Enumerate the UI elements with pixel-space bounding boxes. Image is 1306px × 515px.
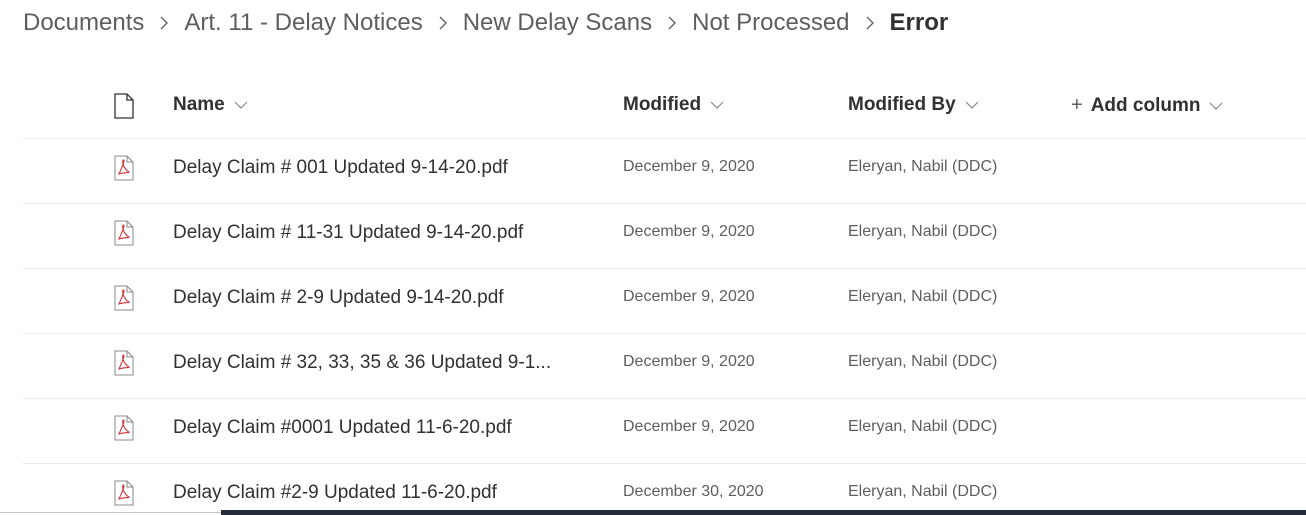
chevron-down-icon bbox=[233, 97, 249, 113]
document-library: Documents Art. 11 - Delay Notices New De… bbox=[0, 0, 1306, 515]
chevron-down-icon bbox=[964, 97, 980, 113]
table-row[interactable]: Delay Claim #2-9 Updated 11-6-20.pdf Dec… bbox=[23, 464, 1306, 515]
column-header-label: Modified bbox=[623, 94, 702, 115]
modified-date: December 9, 2020 bbox=[623, 288, 755, 305]
file-name-link[interactable]: Delay Claim # 32, 33, 35 & 36 Updated 9-… bbox=[173, 352, 593, 374]
modified-by: Eleryan, Nabil (DDC) bbox=[848, 353, 998, 370]
horizontal-scrollbar[interactable] bbox=[221, 510, 1306, 515]
breadcrumb-documents[interactable]: Documents bbox=[23, 9, 144, 37]
file-name-link[interactable]: Delay Claim #0001 Updated 11-6-20.pdf bbox=[173, 417, 593, 439]
chevron-right-icon bbox=[423, 4, 463, 42]
pdf-icon bbox=[113, 415, 135, 441]
chevron-down-icon bbox=[1208, 98, 1224, 114]
modified-by: Eleryan, Nabil (DDC) bbox=[848, 288, 998, 305]
chevron-right-icon bbox=[850, 4, 890, 42]
pdf-icon bbox=[113, 220, 135, 246]
table-row[interactable]: Delay Claim # 2-9 Updated 9-14-20.pdf De… bbox=[23, 269, 1306, 334]
modified-date: December 9, 2020 bbox=[623, 418, 755, 435]
file-name-link[interactable]: Delay Claim # 001 Updated 9-14-20.pdf bbox=[173, 157, 593, 179]
chevron-down-icon bbox=[709, 97, 725, 113]
column-header-modified[interactable]: Modified bbox=[623, 94, 725, 116]
modified-date: December 30, 2020 bbox=[623, 483, 764, 500]
modified-by: Eleryan, Nabil (DDC) bbox=[848, 223, 998, 240]
add-column-label: Add column bbox=[1090, 94, 1201, 116]
column-header-label: Modified By bbox=[848, 94, 956, 115]
breadcrumb-not-processed[interactable]: Not Processed bbox=[692, 9, 849, 37]
modified-by: Eleryan, Nabil (DDC) bbox=[848, 418, 998, 435]
pdf-icon bbox=[113, 350, 135, 376]
modified-date: December 9, 2020 bbox=[623, 223, 755, 240]
table-row[interactable]: Delay Claim # 32, 33, 35 & 36 Updated 9-… bbox=[23, 334, 1306, 399]
column-header-name[interactable]: Name bbox=[173, 94, 249, 116]
file-name-link[interactable]: Delay Claim # 11-31 Updated 9-14-20.pdf bbox=[173, 222, 593, 244]
breadcrumb: Documents Art. 11 - Delay Notices New De… bbox=[23, 4, 948, 42]
table-row[interactable]: Delay Claim # 001 Updated 9-14-20.pdf De… bbox=[23, 139, 1306, 204]
modified-by: Eleryan, Nabil (DDC) bbox=[848, 158, 998, 175]
table-row[interactable]: Delay Claim # 11-31 Updated 9-14-20.pdf … bbox=[23, 204, 1306, 269]
column-header-label: Name bbox=[173, 94, 225, 115]
modified-date: December 9, 2020 bbox=[623, 158, 755, 175]
pdf-icon bbox=[113, 480, 135, 506]
document-icon[interactable] bbox=[113, 93, 135, 119]
pdf-icon bbox=[113, 285, 135, 311]
breadcrumb-art-11[interactable]: Art. 11 - Delay Notices bbox=[184, 9, 422, 37]
plus-icon: + bbox=[1071, 94, 1083, 116]
divider bbox=[0, 512, 221, 513]
pdf-icon bbox=[113, 155, 135, 181]
column-header-modified-by[interactable]: Modified By bbox=[848, 94, 980, 116]
file-name-link[interactable]: Delay Claim #2-9 Updated 11-6-20.pdf bbox=[173, 482, 593, 504]
modified-by: Eleryan, Nabil (DDC) bbox=[848, 483, 998, 500]
file-list: Name Modified Modified By + Add column D… bbox=[23, 75, 1306, 515]
chevron-right-icon bbox=[144, 4, 184, 42]
file-name-link[interactable]: Delay Claim # 2-9 Updated 9-14-20.pdf bbox=[173, 287, 593, 309]
chevron-right-icon bbox=[652, 4, 692, 42]
breadcrumb-current: Error bbox=[889, 9, 949, 36]
modified-date: December 9, 2020 bbox=[623, 353, 755, 370]
table-row[interactable]: Delay Claim #0001 Updated 11-6-20.pdf De… bbox=[23, 399, 1306, 464]
breadcrumb-new-delay-scans[interactable]: New Delay Scans bbox=[463, 9, 652, 37]
list-header: Name Modified Modified By + Add column bbox=[23, 75, 1306, 139]
add-column-button[interactable]: + Add column bbox=[1071, 94, 1224, 117]
